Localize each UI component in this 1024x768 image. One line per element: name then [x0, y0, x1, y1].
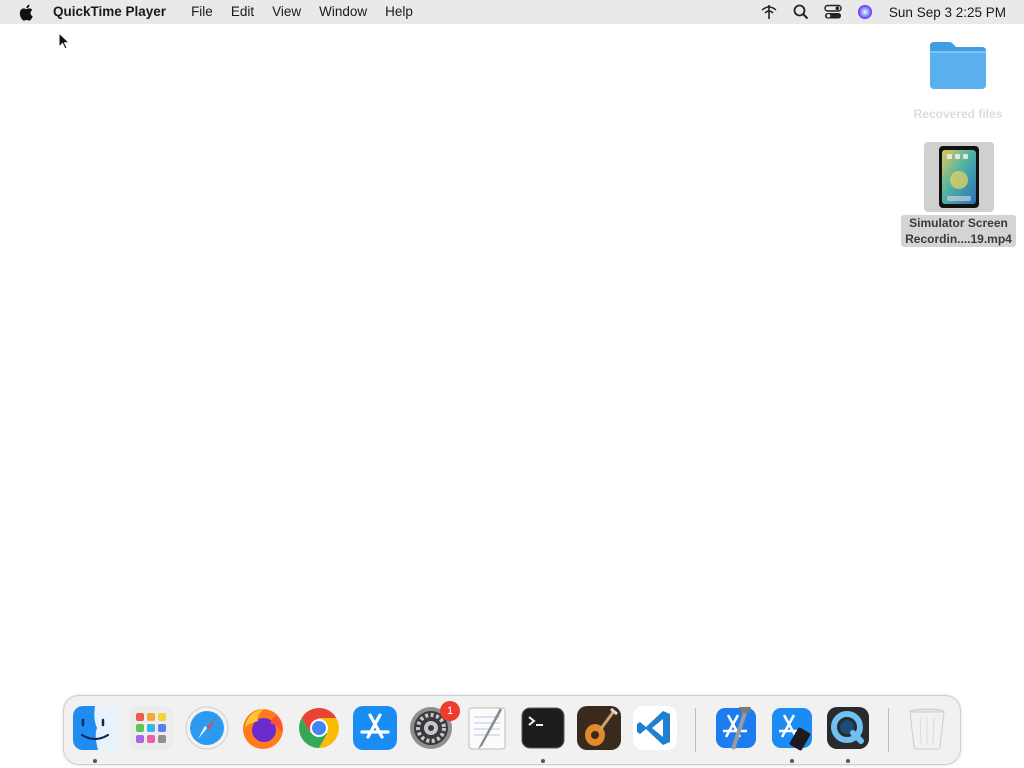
running-indicator — [541, 759, 545, 763]
desktop-item-label: Simulator Screen Recordin....19.mp4 — [901, 215, 1016, 247]
dock-separator — [695, 708, 696, 752]
dock-separator — [888, 708, 889, 752]
vscode-icon[interactable] — [632, 705, 678, 751]
running-indicator — [790, 759, 794, 763]
safari-icon[interactable] — [184, 705, 230, 751]
control-center-icon[interactable] — [823, 2, 843, 22]
app-menu-quicktime[interactable]: QuickTime Player — [53, 0, 175, 24]
quicktime-icon[interactable] — [825, 705, 871, 751]
simulator-icon[interactable] — [769, 705, 815, 751]
folder-icon — [927, 38, 989, 92]
menu-bar-left: QuickTime Player File Edit View Window H… — [0, 0, 422, 24]
chrome-icon[interactable] — [296, 705, 342, 751]
garageband-icon[interactable] — [576, 705, 622, 751]
running-indicator — [846, 759, 850, 763]
mouse-cursor-icon — [58, 31, 71, 55]
siri-icon[interactable] — [855, 2, 875, 22]
dock: 1 — [63, 695, 961, 765]
desktop-item-label-line1: Simulator Screen — [909, 216, 1008, 230]
network-icon[interactable] — [759, 2, 779, 22]
finder-icon[interactable] — [72, 705, 118, 751]
terminal-icon[interactable] — [520, 705, 566, 751]
menu-bar-clock[interactable]: Sun Sep 3 2:25 PM — [889, 5, 1006, 20]
menu-file[interactable]: File — [182, 0, 222, 24]
xcode-icon[interactable] — [713, 705, 759, 751]
menu-bar: QuickTime Player File Edit View Window H… — [0, 0, 1024, 24]
textedit-icon[interactable] — [464, 705, 510, 751]
menu-view[interactable]: View — [263, 0, 310, 24]
running-indicator — [93, 759, 97, 763]
desktop-item-label-line2: Recordin....19.mp4 — [905, 232, 1012, 246]
trash-icon[interactable] — [904, 705, 950, 751]
desktop-item-simulator-recording[interactable]: Simulator Screen Recordin....19.mp4 — [898, 142, 1019, 247]
desktop-item-recovered-files[interactable]: Recovered files — [906, 38, 1010, 122]
video-thumbnail-icon — [923, 142, 994, 212]
desktop-item-label: Recovered files — [913, 107, 1003, 121]
menu-edit[interactable]: Edit — [222, 0, 263, 24]
menu-bar-status-area: Sun Sep 3 2:25 PM — [753, 0, 1024, 24]
search-icon[interactable] — [791, 2, 811, 22]
firefox-icon[interactable] — [240, 705, 286, 751]
app-store-icon[interactable] — [352, 705, 398, 751]
launchpad-icon[interactable] — [128, 705, 174, 751]
menu-help[interactable]: Help — [376, 0, 422, 24]
menu-window[interactable]: Window — [310, 0, 376, 24]
apple-menu-icon[interactable] — [18, 3, 34, 21]
notification-badge: 1 — [440, 701, 460, 721]
